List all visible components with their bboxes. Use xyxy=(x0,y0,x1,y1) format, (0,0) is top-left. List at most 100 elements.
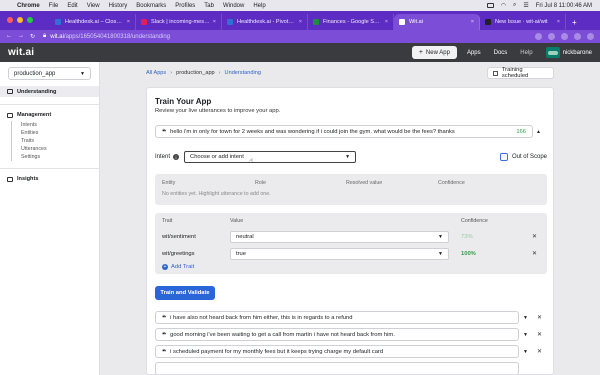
chevron-down-icon[interactable]: ▼ xyxy=(523,315,528,321)
sidebar-item-traits[interactable]: Traits xyxy=(21,137,99,145)
tab-favicon-icon xyxy=(141,19,147,25)
add-trait-button[interactable]: + Add Trait xyxy=(162,264,194,270)
app-select[interactable]: production_app ▼ xyxy=(8,67,91,80)
back-icon[interactable]: ← xyxy=(6,33,12,40)
plus-icon: + xyxy=(418,49,423,56)
remove-utterance-icon[interactable]: ✕ xyxy=(537,314,542,321)
out-of-scope-checkbox[interactable]: Out of Scope xyxy=(499,153,547,161)
url-field[interactable]: 🔒︎ wit.ai /apps/1650540418003​18/underst… xyxy=(43,33,535,40)
menu-edit[interactable]: Edit xyxy=(67,3,77,9)
reload-icon[interactable]: ↻ xyxy=(30,33,35,40)
utterance-row[interactable]: ❝ i scheduled payment for my monthly fee… xyxy=(155,345,519,358)
intent-select[interactable]: Choose or add intent ▼ ☝︎ xyxy=(184,151,357,165)
menu-window[interactable]: Window xyxy=(223,3,244,9)
lock-icon[interactable]: 🔒︎ xyxy=(43,33,46,40)
trait-value-select[interactable]: true ▼ xyxy=(230,247,449,260)
battery-icon[interactable] xyxy=(486,3,494,8)
wit-header: wit.ai + New App Apps Docs Help nickbaron… xyxy=(0,43,600,62)
search-icon[interactable]: ⌕ xyxy=(513,2,516,9)
plus-circle-icon: + xyxy=(162,264,168,270)
close-tab-icon[interactable]: × xyxy=(385,19,388,25)
zoom-window-icon[interactable] xyxy=(27,17,33,23)
utterance-row[interactable] xyxy=(155,362,519,374)
remove-trait-icon[interactable]: ✕ xyxy=(532,250,537,257)
close-window-icon[interactable] xyxy=(7,17,13,23)
bookmark-star-icon[interactable] xyxy=(548,33,555,40)
close-tab-icon[interactable]: × xyxy=(471,19,474,25)
breadcrumb-all-apps[interactable]: All Apps xyxy=(146,70,166,76)
tab-favicon-icon xyxy=(399,19,405,25)
value-header: Value xyxy=(230,218,244,224)
browser-tab[interactable]: Healthdesk.ai - Pivotal T × xyxy=(222,14,308,30)
traits-panel: Trait Value Confidence wit/sentiment neu… xyxy=(155,213,547,274)
remove-utterance-icon[interactable]: ✕ xyxy=(537,331,542,338)
menu-view[interactable]: View xyxy=(87,3,100,9)
trait-value-select[interactable]: neutral ▼ xyxy=(230,230,449,243)
confidence-header: Confidence xyxy=(438,180,465,186)
browser-tab[interactable]: Slack | incoming-messag × xyxy=(136,14,222,30)
wit-logo[interactable]: wit.ai xyxy=(8,47,34,58)
user-menu[interactable]: nickbarone xyxy=(545,47,592,58)
tab-favicon-icon xyxy=(485,19,491,25)
utterance-input[interactable]: ❝ hello i'm in only for town for 2 weeks… xyxy=(155,125,533,138)
role-header: Role xyxy=(255,180,266,186)
resolved-value-header: Resolved value xyxy=(346,180,383,186)
chevron-down-icon[interactable]: ▼ xyxy=(523,332,528,338)
quote-icon: ❝ xyxy=(162,128,167,136)
avatar xyxy=(545,47,560,58)
close-tab-icon[interactable]: × xyxy=(213,19,216,25)
menu-bookmarks[interactable]: Bookmarks xyxy=(136,3,166,9)
menu-tab[interactable]: Tab xyxy=(204,3,214,9)
new-app-button[interactable]: + New App xyxy=(411,46,457,59)
remove-utterance-icon[interactable]: ✕ xyxy=(537,348,542,355)
utterance-row[interactable]: ❝ good morning i've been waiting to get … xyxy=(155,328,519,341)
wifi-icon[interactable]: ◠ xyxy=(501,2,506,9)
profile-icon[interactable] xyxy=(574,33,581,40)
control-center-icon[interactable]: ☰ xyxy=(523,2,528,9)
trait-name: wit/sentiment xyxy=(162,233,196,240)
sidebar-item-insights[interactable]: Insights xyxy=(0,176,99,182)
menu-profiles[interactable]: Profiles xyxy=(175,3,195,9)
utterance-row[interactable]: ❝ i have also not heard back from him ei… xyxy=(155,311,519,324)
sidebar-item-entities[interactable]: Entities xyxy=(21,129,99,137)
browser-tab[interactable]: New Issue · wit-ai/wit × xyxy=(480,14,566,30)
more-menu-icon[interactable] xyxy=(587,33,594,40)
sidebar-item-settings[interactable]: Settings xyxy=(21,153,99,161)
menu-history[interactable]: History xyxy=(109,3,128,9)
close-tab-icon[interactable]: × xyxy=(127,19,130,25)
menu-file[interactable]: File xyxy=(49,3,59,9)
extensions-icon[interactable] xyxy=(561,33,568,40)
chevron-down-icon[interactable]: ▼ xyxy=(523,349,528,355)
sidebar-item-utterances[interactable]: Utterances xyxy=(21,145,99,153)
menu-help[interactable]: Help xyxy=(253,3,265,9)
nav-help[interactable]: Help xyxy=(520,50,532,56)
forward-icon[interactable]: → xyxy=(18,33,24,40)
intent-row: Intent i Choose or add intent ▼ ☝︎ Out o… xyxy=(155,150,547,165)
menu-app-name[interactable]: Chrome xyxy=(17,3,40,9)
sidebar-item-understanding[interactable]: Understanding xyxy=(0,86,99,97)
breadcrumb-understanding[interactable]: Understanding xyxy=(225,70,261,76)
mouse-cursor-icon: ☝︎ xyxy=(249,158,254,165)
nav-apps[interactable]: Apps xyxy=(467,50,481,56)
browser-tab-bar: Healthdesk.ai – Closed (× Slack | incomi… xyxy=(0,11,600,30)
share-icon[interactable] xyxy=(535,33,542,40)
menu-clock[interactable]: Fri Jul 8 11:00:46 AM xyxy=(536,3,592,9)
chevron-down-icon: ▼ xyxy=(438,250,443,257)
browser-tab[interactable]: Finances - Google Shee × xyxy=(308,14,394,30)
checkbox-icon[interactable] xyxy=(499,153,508,161)
train-and-validate-button[interactable]: Train and Validate xyxy=(155,286,215,300)
minimize-window-icon[interactable] xyxy=(17,17,23,23)
close-tab-icon[interactable]: × xyxy=(557,19,560,25)
nav-docs[interactable]: Docs xyxy=(494,50,508,56)
sidebar-item-intents[interactable]: Intents xyxy=(21,121,99,129)
utterance-count: 166 xyxy=(516,128,526,135)
breadcrumb-app[interactable]: production_app xyxy=(176,70,215,76)
chevron-up-icon[interactable]: ▲ xyxy=(536,129,541,135)
sidebar-item-management[interactable]: Management xyxy=(0,112,99,118)
new-tab-icon[interactable]: + xyxy=(566,14,583,30)
browser-tab[interactable]: Healthdesk.ai – Closed (× xyxy=(50,14,136,30)
remove-trait-icon[interactable]: ✕ xyxy=(532,233,537,240)
close-tab-icon[interactable]: × xyxy=(299,19,302,25)
browser-tab-active[interactable]: Wit.ai × xyxy=(394,14,480,30)
info-icon[interactable]: i xyxy=(173,154,180,160)
